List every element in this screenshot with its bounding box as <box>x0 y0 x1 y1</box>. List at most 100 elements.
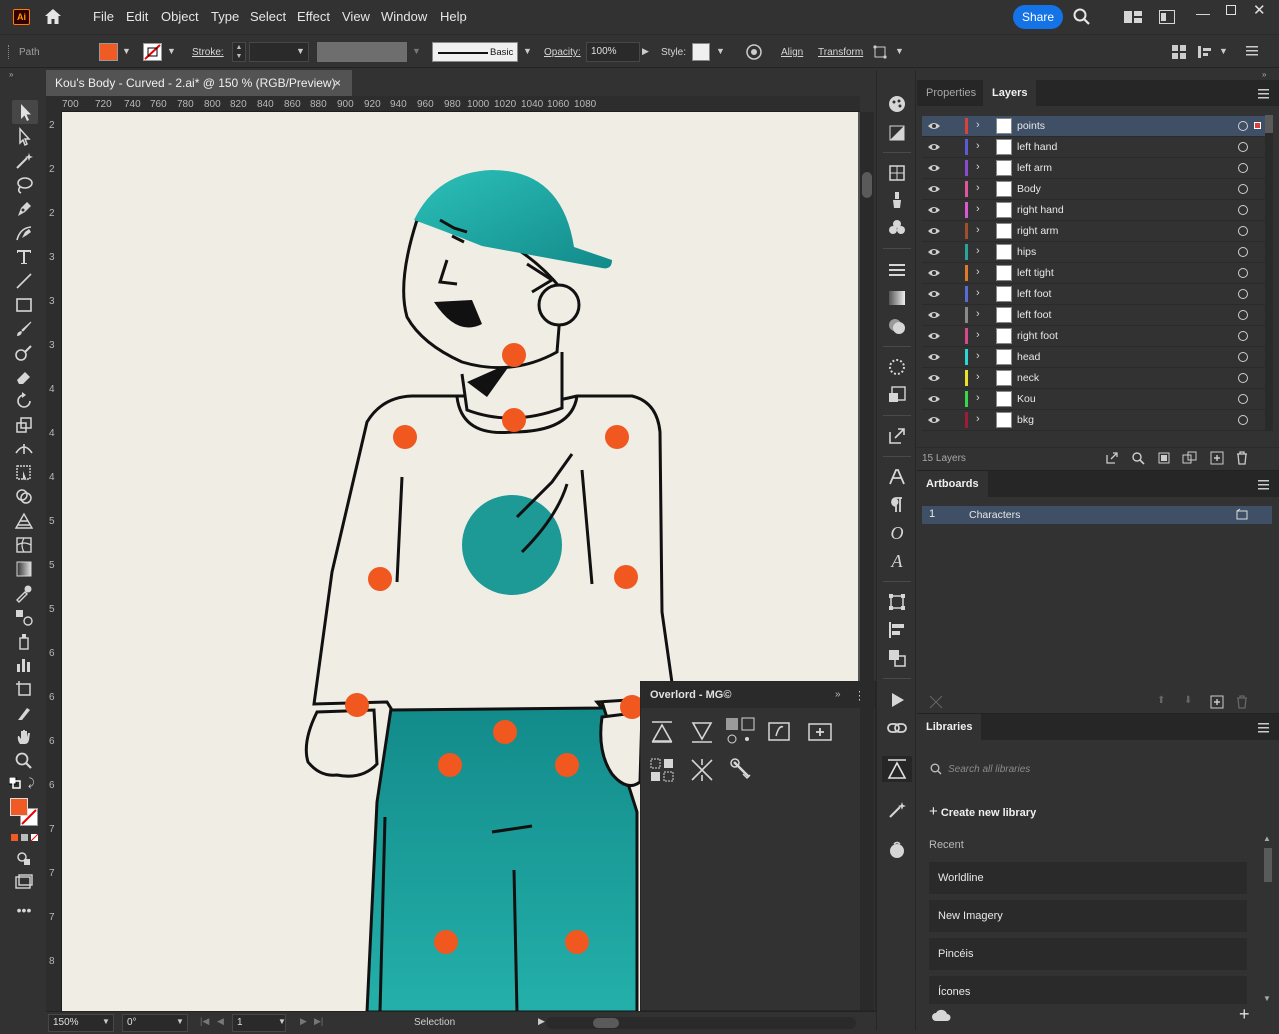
layer-name[interactable]: hips <box>1017 246 1036 258</box>
chevron-down-icon[interactable]: ▼ <box>122 46 131 56</box>
symbol-sprayer-tool-icon[interactable] <box>14 631 34 651</box>
graphic-styles-icon[interactable] <box>887 357 907 377</box>
perspective-grid-tool-icon[interactable] <box>14 511 34 531</box>
push-to-ae-icon[interactable] <box>649 719 675 745</box>
layer-name[interactable]: right arm <box>1017 225 1058 237</box>
character-pants[interactable] <box>365 700 639 1012</box>
chevron-down-icon[interactable]: ▼ <box>296 46 305 56</box>
menu-object[interactable]: Object <box>161 9 199 24</box>
lasso-tool-icon[interactable] <box>14 175 34 195</box>
image-trace-icon[interactable] <box>887 385 907 405</box>
scroll-up-icon[interactable]: ▲ <box>1263 834 1271 843</box>
panel-menu-icon[interactable] <box>1258 89 1269 99</box>
pull-from-ae-icon[interactable] <box>689 719 715 745</box>
new-sublayer-icon[interactable] <box>1182 451 1198 465</box>
move-down-icon[interactable]: ⬇ <box>1184 695 1192 706</box>
rectangle-tool-icon[interactable] <box>14 295 34 315</box>
swap-colors-icon[interactable]: ⤸ <box>28 777 40 789</box>
visibility-eye-icon[interactable] <box>927 267 941 279</box>
locate-object-icon[interactable] <box>1131 451 1145 465</box>
symbols-icon[interactable] <box>887 163 907 183</box>
visibility-eye-icon[interactable] <box>927 372 941 384</box>
visibility-eye-icon[interactable] <box>927 330 941 342</box>
arrange-documents-icon[interactable] <box>1124 10 1142 24</box>
layer-row[interactable]: › head <box>922 347 1268 368</box>
chevron-right-icon[interactable]: › <box>976 329 980 341</box>
left-hand[interactable] <box>304 708 379 778</box>
scrollbar-thumb[interactable] <box>1265 115 1273 133</box>
puppet-warp-icon[interactable] <box>872 44 888 60</box>
blend-tool-icon[interactable] <box>14 607 34 627</box>
scrollbar-thumb[interactable] <box>593 1018 619 1028</box>
tab-artboards[interactable]: Artboards <box>917 471 988 497</box>
layer-name[interactable]: left foot <box>1017 309 1051 321</box>
library-item[interactable]: Ícones <box>929 976 1247 1004</box>
layer-row[interactable]: › left tight <box>922 263 1268 284</box>
overlord-icon[interactable] <box>882 756 912 782</box>
fill-color-swatch[interactable] <box>10 798 28 816</box>
layer-row[interactable]: › left hand <box>922 137 1268 158</box>
scale-tool-icon[interactable] <box>14 415 34 435</box>
expand-icon[interactable]: » <box>835 689 841 700</box>
menu-window[interactable]: Window <box>381 9 427 24</box>
new-layer-icon[interactable] <box>1210 451 1224 465</box>
opacity-label[interactable]: Opacity: <box>544 47 581 58</box>
layer-row[interactable]: › left foot <box>922 284 1268 305</box>
stroke-stepper[interactable]: ▲ ▼ <box>232 42 246 62</box>
layer-name[interactable]: left hand <box>1017 141 1057 153</box>
panel-menu-icon[interactable] <box>1258 480 1269 490</box>
target-icon[interactable] <box>1238 373 1248 383</box>
tab-properties[interactable]: Properties <box>926 80 976 106</box>
visibility-eye-icon[interactable] <box>927 246 941 258</box>
slice-tool-icon[interactable] <box>14 703 34 723</box>
vertical-ruler[interactable]: 2 2 2 3 3 3 4 4 4 5 5 5 6 6 6 6 7 7 7 8 <box>46 112 62 1012</box>
target-icon[interactable] <box>1238 415 1248 425</box>
fill-swatch[interactable] <box>99 43 118 61</box>
search-icon[interactable] <box>1073 8 1091 26</box>
layer-name[interactable]: left tight <box>1017 267 1054 279</box>
screen-mode-icon[interactable] <box>14 872 34 892</box>
artboard-tool-icon[interactable] <box>14 679 34 699</box>
status-tool-label[interactable]: Selection <box>414 1017 455 1028</box>
more-tools-icon[interactable]: ••• <box>14 902 34 922</box>
layer-name[interactable]: left arm <box>1017 162 1052 174</box>
recolor-artwork-icon[interactable] <box>746 44 762 60</box>
transform-panel-icon[interactable] <box>887 592 907 612</box>
rotate-tool-icon[interactable] <box>14 391 34 411</box>
visibility-eye-icon[interactable] <box>927 288 941 300</box>
shape-builder-tool-icon[interactable] <box>14 487 34 507</box>
default-colors-icon[interactable] <box>9 777 21 789</box>
visibility-eye-icon[interactable] <box>927 162 941 174</box>
menu-select[interactable]: Select <box>250 9 286 24</box>
tab-layers[interactable]: Layers <box>983 80 1037 106</box>
vertical-scrollbar[interactable] <box>860 112 874 1010</box>
chevron-right-icon[interactable]: › <box>976 266 980 278</box>
layer-name[interactable]: points <box>1017 120 1045 132</box>
target-icon[interactable] <box>1238 394 1248 404</box>
export-icon[interactable] <box>887 426 907 446</box>
free-transform-tool-icon[interactable] <box>14 463 34 483</box>
layer-row[interactable]: › Kou <box>922 389 1268 410</box>
layer-row[interactable]: › right foot <box>922 326 1268 347</box>
chevron-down-icon[interactable]: ▼ <box>895 46 904 56</box>
text-box-icon[interactable] <box>767 719 793 745</box>
character-panel-icon[interactable] <box>887 467 907 487</box>
character-ear[interactable] <box>537 283 581 327</box>
document-tab[interactable]: Kou's Body - Curved - 2.ai* @ 150 % (RGB… <box>46 70 352 96</box>
first-artboard-icon[interactable]: |◀ <box>200 1016 209 1027</box>
layer-name[interactable]: head <box>1017 351 1040 363</box>
close-document-icon[interactable]: × <box>334 70 341 96</box>
minimize-icon[interactable]: — <box>1196 5 1210 21</box>
layer-name[interactable]: right hand <box>1017 204 1064 216</box>
move-up-icon[interactable]: ⬆ <box>1157 695 1165 706</box>
panel-menu-icon[interactable] <box>1258 723 1269 733</box>
chevron-down-icon[interactable]: ▼ <box>716 46 725 56</box>
maximize-icon[interactable] <box>1226 5 1236 15</box>
previous-artboard-icon[interactable]: ◀ <box>217 1016 224 1027</box>
scrollbar-thumb[interactable] <box>1264 848 1272 882</box>
collect-export-icon[interactable] <box>1105 451 1119 465</box>
distribute-icon[interactable] <box>1198 45 1214 59</box>
glyphs-icon[interactable]: A <box>887 551 907 571</box>
share-button[interactable]: Share <box>1013 5 1063 29</box>
chevron-right-icon[interactable]: › <box>976 350 980 362</box>
